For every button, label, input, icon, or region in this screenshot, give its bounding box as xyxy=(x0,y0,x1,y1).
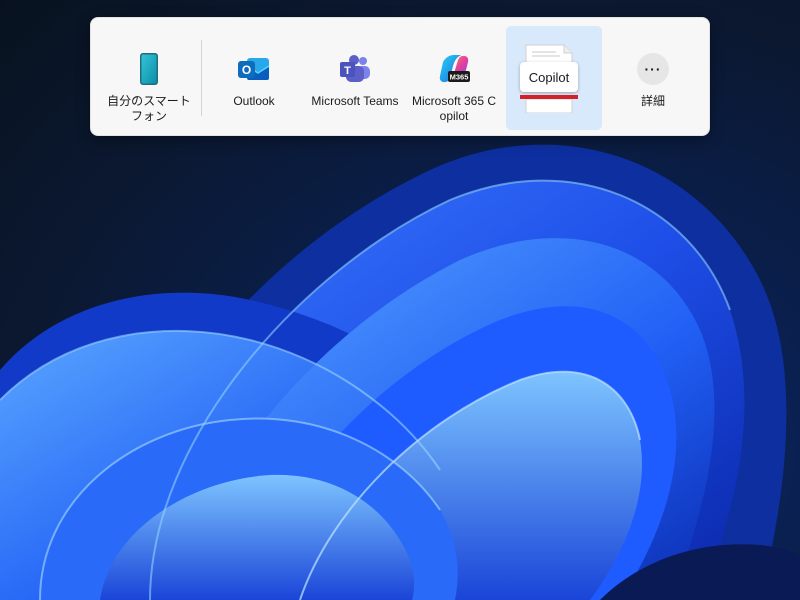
teams-icon: T xyxy=(338,52,372,86)
more-icon: ··· xyxy=(636,52,670,86)
share-target-label: 詳細 xyxy=(640,94,665,108)
share-target-teams[interactable]: T Microsoft Teams xyxy=(305,26,405,130)
share-target-label: 自分のスマートフォン xyxy=(107,94,191,123)
share-target-label: Microsoft 365 Copilot xyxy=(411,94,497,123)
share-target-outlook[interactable]: O Outlook xyxy=(205,26,303,130)
document-sheet-bottom xyxy=(525,99,573,113)
m365-badge: M365 xyxy=(450,73,469,82)
copilot-document-icon: Copilot xyxy=(520,43,578,113)
svg-text:T: T xyxy=(344,65,351,77)
outlook-icon: O xyxy=(237,52,271,86)
share-target-more[interactable]: ··· 詳細 xyxy=(603,26,703,130)
phone-icon xyxy=(132,52,166,86)
share-target-label: Outlook xyxy=(233,94,275,108)
desktop: 自分のスマートフォン O Outlook T Microsoft Teams M… xyxy=(0,0,800,600)
share-panel: 自分のスマートフォン O Outlook T Microsoft Teams M… xyxy=(90,17,710,136)
m365-copilot-icon: M365 xyxy=(437,52,471,86)
document-sheet-icon xyxy=(525,44,573,63)
more-glyph: ··· xyxy=(637,53,669,85)
share-target-label: Microsoft Teams xyxy=(311,94,399,108)
share-target-my-phone[interactable]: 自分のスマートフォン xyxy=(99,26,199,130)
divider xyxy=(201,40,202,116)
share-target-m365-copilot[interactable]: M365 Microsoft 365 Copilot xyxy=(405,26,503,130)
copilot-card: Copilot xyxy=(520,62,578,92)
svg-text:O: O xyxy=(242,63,251,77)
